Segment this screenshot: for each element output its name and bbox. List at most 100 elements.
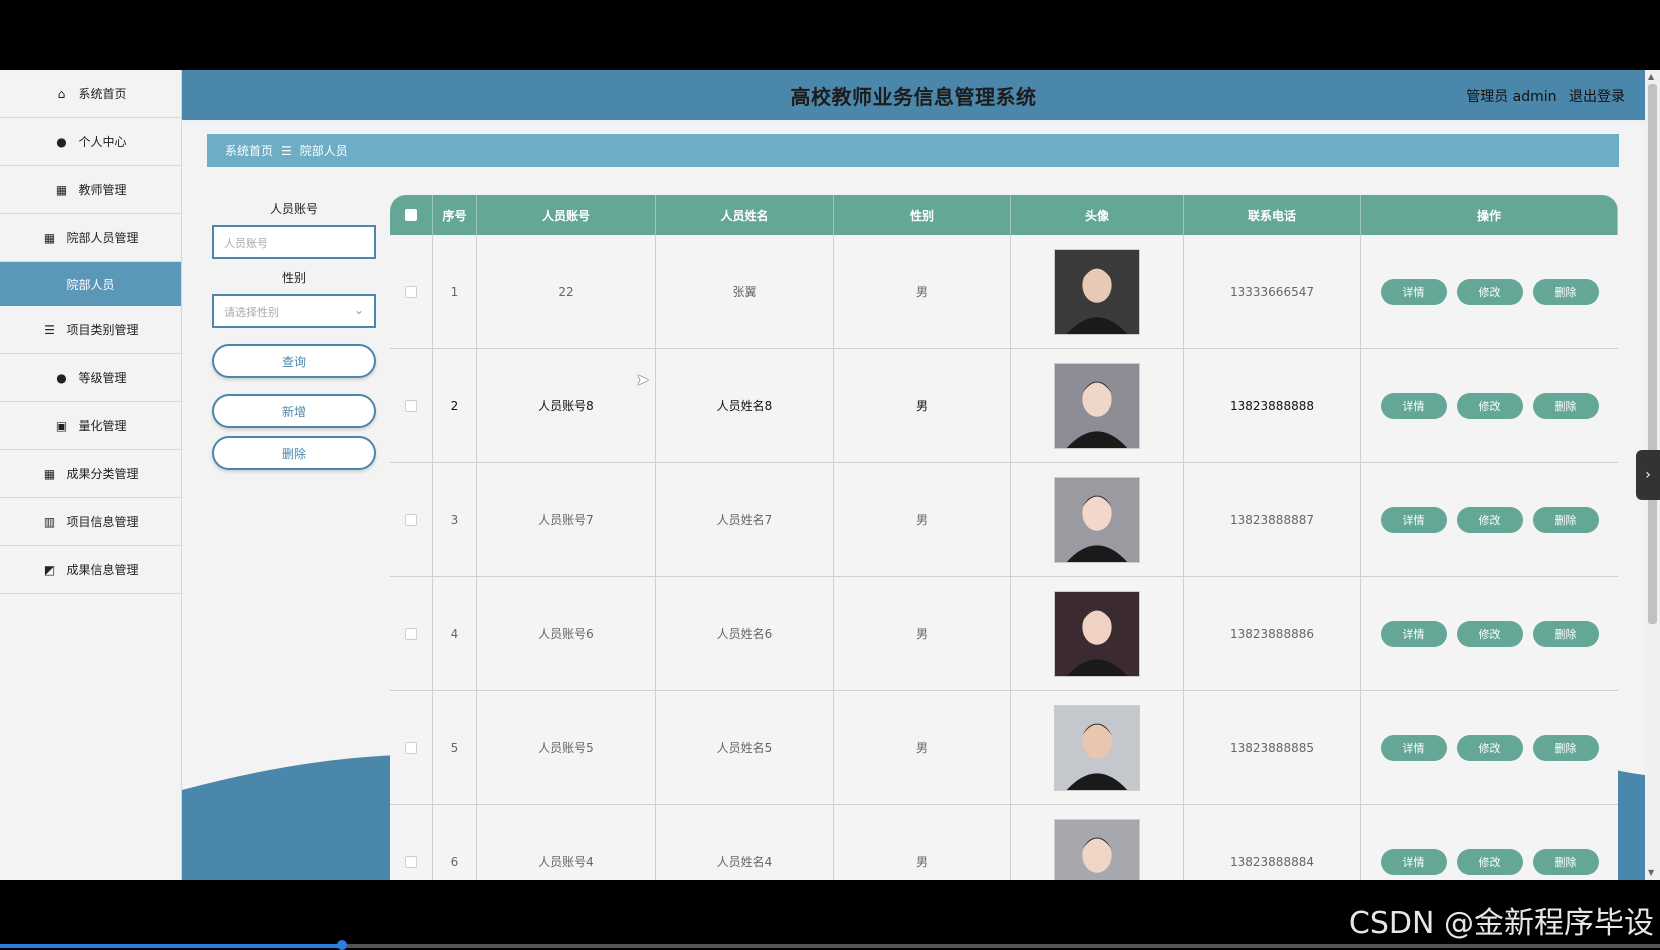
staff-table: 序号 人员账号 人员姓名 性别 头像 联系电话 操作 1 22 张翼男 1333366… [390, 195, 1618, 880]
bookshelf-icon: ▥ [43, 514, 56, 529]
watermark: CSDN @金新程序毕设 [1348, 906, 1654, 941]
row-checkbox[interactable] [405, 855, 417, 868]
avatar [1054, 362, 1140, 449]
edit-button[interactable]: 修改 [1456, 392, 1523, 419]
row-checkbox[interactable] [405, 627, 417, 640]
logout-link[interactable]: 退出登录 [1569, 89, 1625, 105]
query-button[interactable]: 查询 [212, 344, 376, 378]
detail-button[interactable]: 详情 [1380, 848, 1447, 875]
avatar [1054, 248, 1140, 335]
cell-phone: 13823888887 [1184, 463, 1361, 576]
row-checkbox-cell [390, 235, 433, 348]
app-title: 高校教师业务信息管理系统 [790, 84, 1037, 109]
cell-account: 人员账号7 [477, 463, 656, 576]
add-button[interactable]: 新增 [212, 394, 376, 428]
sidebar-item-9[interactable]: ◩ 成果信息管理 [0, 546, 181, 594]
sidebar-item-5[interactable]: ● 等级管理 [0, 354, 181, 402]
row-checkbox-cell [390, 691, 433, 804]
detail-button[interactable]: 详情 [1380, 392, 1447, 419]
sidebar-item-3[interactable]: ▦ 院部人员管理 [0, 214, 181, 262]
mouse-cursor-icon: ➤ [636, 370, 650, 389]
header-phone: 联系电话 [1184, 195, 1361, 235]
row-delete-button[interactable]: 删除 [1532, 278, 1599, 305]
scrollbar-thumb[interactable] [1648, 84, 1657, 624]
header-divider [182, 120, 1645, 124]
header-name: 人员姓名 [656, 195, 834, 235]
cell-account: 人员账号6 [477, 577, 656, 690]
row-delete-button[interactable]: 删除 [1532, 506, 1599, 533]
sidebar-item-0[interactable]: ⌂ 系统首页 [0, 70, 181, 118]
select-all-checkbox[interactable] [405, 209, 417, 221]
edit-button[interactable]: 修改 [1456, 734, 1523, 761]
detail-button[interactable]: 详情 [1380, 734, 1447, 761]
cell-actions: 详情 修改 删除 [1361, 691, 1618, 804]
row-delete-button[interactable]: 删除 [1532, 620, 1599, 647]
edit-button[interactable]: 修改 [1456, 620, 1523, 647]
scroll-down-icon[interactable]: ▼ [1648, 868, 1654, 877]
cell-gender: 男 [834, 349, 1011, 462]
cell-actions: 详情 修改 删除 [1361, 349, 1618, 462]
sidebar-item-7[interactable]: ▦ 成果分类管理 [0, 450, 181, 498]
avatar [1054, 704, 1140, 791]
cell-no: 6 [433, 805, 477, 880]
sidebar-item-4[interactable]: ☰ 项目类别管理 [0, 306, 181, 354]
sidebar-item-1[interactable]: ● 个人中心 [0, 118, 181, 166]
cell-name: 人员姓名8 [656, 349, 834, 462]
sidebar-subitem-staff[interactable]: 院部人员 [0, 262, 181, 306]
detail-button[interactable]: 详情 [1380, 506, 1447, 533]
cell-account: 22 [477, 235, 656, 348]
sidebar-item-8[interactable]: ▥ 项目信息管理 [0, 498, 181, 546]
detail-button[interactable]: 详情 [1380, 620, 1447, 647]
cell-name: 人员姓名6 [656, 577, 834, 690]
account-label: 人员账号 [269, 202, 318, 216]
row-checkbox[interactable] [405, 285, 417, 298]
edit-button[interactable]: 修改 [1456, 278, 1523, 305]
edit-button[interactable]: 修改 [1456, 848, 1523, 875]
header-avatar: 头像 [1011, 195, 1184, 235]
sidebar-item-label: 成果信息管理 [66, 563, 139, 577]
cell-gender: 男 [834, 235, 1011, 348]
sidebar-item-2[interactable]: ▦ 教师管理 [0, 166, 181, 214]
video-progress-knob[interactable] [337, 940, 347, 950]
app-window: ⌂ 系统首页 ● 个人中心 ▦ 教师管理 ▦ 院部人员管理 院部人员 ☰ 项目类别管理 ● 等级管理 ▣ 量… [0, 70, 1660, 880]
sidebar-item-6[interactable]: ▣ 量化管理 [0, 402, 181, 450]
grid-icon: ▦ [43, 230, 56, 245]
row-delete-button[interactable]: 删除 [1532, 734, 1599, 761]
home-icon: ⌂ [57, 86, 66, 101]
chevron-right-icon[interactable]: › [1636, 450, 1660, 500]
row-checkbox[interactable] [405, 399, 417, 412]
cell-account: 人员账号8 [477, 349, 656, 462]
cell-avatar [1011, 235, 1184, 348]
header-no: 序号 [433, 195, 477, 235]
gender-select-placeholder: 请选择性别 [224, 306, 279, 319]
account-input[interactable]: 人员账号 [212, 225, 376, 259]
cell-phone: 13823888886 [1184, 577, 1361, 690]
breadcrumb-current: 院部人员 [299, 144, 348, 158]
table-row: 4 人员账号6 人员姓名6 男 13823888886 详情 修改 删除 [390, 577, 1618, 691]
cell-avatar [1011, 805, 1184, 880]
detail-button[interactable]: 详情 [1380, 278, 1447, 305]
header-account: 人员账号 [477, 195, 656, 235]
sidebar-item-label: 项目类别管理 [66, 323, 139, 337]
sidebar-item-label: 教师管理 [78, 183, 127, 197]
row-checkbox[interactable] [405, 741, 417, 754]
grid-icon: ▦ [55, 182, 68, 197]
edit-button[interactable]: 修改 [1456, 506, 1523, 533]
row-checkbox-cell [390, 463, 433, 576]
delete-button[interactable]: 删除 [212, 436, 376, 470]
breadcrumb-home[interactable]: 系统首页 [225, 142, 273, 159]
row-delete-button[interactable]: 删除 [1532, 392, 1599, 419]
top-header: 高校教师业务信息管理系统 管理员 admin 退出登录 [182, 70, 1645, 120]
cell-account: 人员账号4 [477, 805, 656, 880]
header-actions: 操作 [1361, 195, 1618, 235]
scroll-up-icon[interactable]: ▲ [1648, 72, 1654, 81]
chevron-down-icon: ⌄ [353, 303, 364, 317]
row-checkbox[interactable] [405, 513, 417, 526]
row-delete-button[interactable]: 删除 [1532, 848, 1599, 875]
video-progress-bar[interactable] [0, 940, 1660, 950]
table-row: 3 人员账号7 人员姓名7 男 13823888887 详情 修改 删除 [390, 463, 1618, 577]
video-progress-fill [0, 944, 342, 948]
sidebar-item-label: 系统首页 [78, 87, 127, 101]
cell-gender: 男 [834, 691, 1011, 804]
gender-select[interactable]: 请选择性别 ⌄ [212, 294, 376, 328]
